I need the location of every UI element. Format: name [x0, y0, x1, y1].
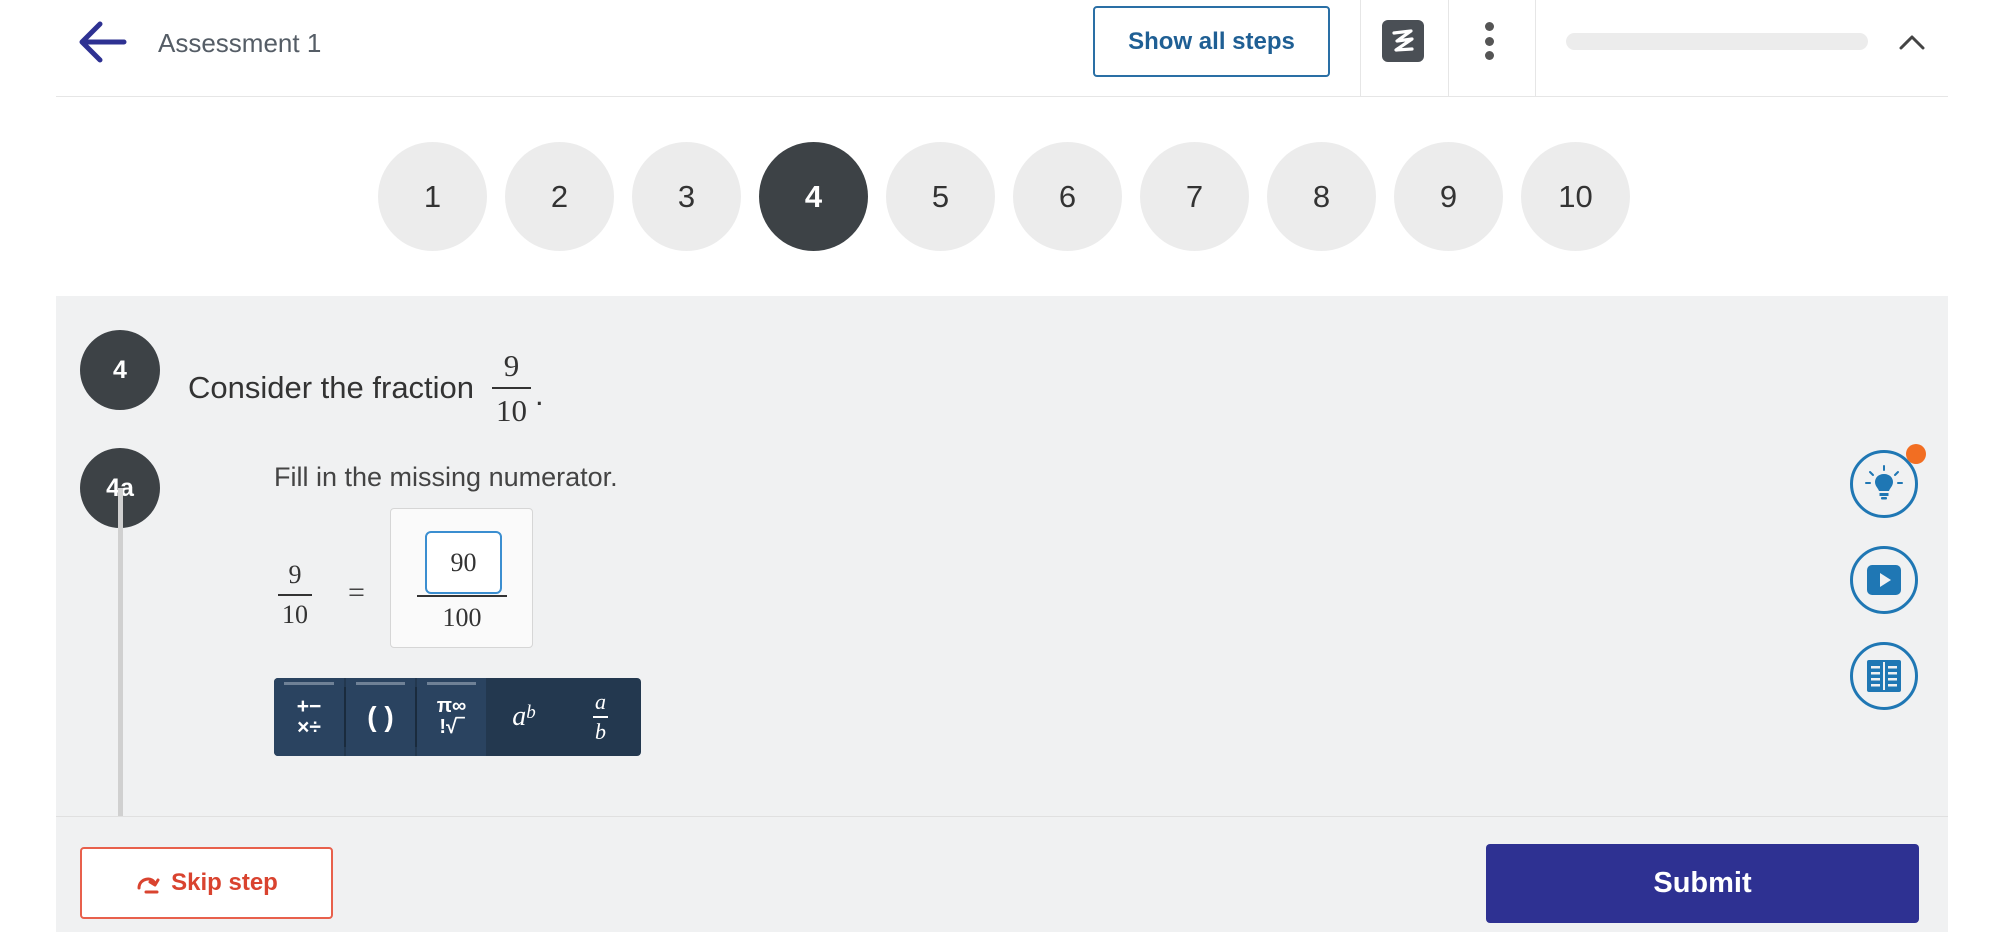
question-panel: 4 Consider the fraction 9 10 . 4a Fill i… — [56, 296, 1948, 816]
answer-fraction-box: 100 — [390, 508, 533, 648]
given-denominator: 10 — [278, 594, 312, 628]
question-nav-2[interactable]: 2 — [505, 142, 614, 251]
chevron-up-icon — [1899, 35, 1925, 50]
skip-step-label: Skip step — [171, 869, 278, 896]
given-numerator: 9 — [288, 560, 302, 589]
question-nav-7[interactable]: 7 — [1140, 142, 1249, 251]
arrow-left-icon — [79, 21, 127, 63]
question-nav-10[interactable]: 10 — [1521, 142, 1630, 251]
question-navigation: 1 2 3 4 5 6 7 8 9 10 — [378, 142, 1630, 251]
question-nav-8[interactable]: 8 — [1267, 142, 1376, 251]
divider — [1360, 0, 1361, 97]
video-button[interactable] — [1850, 546, 1918, 614]
exponent-button[interactable]: ab — [486, 678, 562, 756]
operators-tab-top: +− — [296, 695, 322, 718]
question-nav-4[interactable]: 4 — [759, 142, 868, 251]
fraction-button-bottom: b — [593, 716, 608, 743]
play-video-icon — [1867, 565, 1901, 595]
exponent-base: a — [512, 701, 527, 732]
question-fraction-denominator: 10 — [492, 387, 532, 426]
skip-step-button[interactable]: Skip step — [80, 847, 333, 919]
lightbulb-icon — [1865, 465, 1903, 500]
divider — [1535, 0, 1536, 97]
collapse-button[interactable] — [1894, 24, 1930, 60]
submit-button[interactable]: Submit — [1486, 844, 1919, 923]
question-prompt: Consider the fraction 9 10 . — [188, 350, 544, 426]
action-footer: Skip step Submit — [56, 816, 1948, 932]
progress-bar — [1566, 33, 1868, 50]
skip-arrow-icon — [137, 877, 160, 894]
parentheses-tab-label: ( ) — [367, 701, 394, 732]
parentheses-tab[interactable]: ( ) — [346, 678, 415, 756]
exponent-power: b — [526, 702, 536, 723]
hint-notification-dot — [1906, 444, 1926, 464]
question-nav-9[interactable]: 9 — [1394, 142, 1503, 251]
fraction-bar — [417, 595, 507, 597]
fraction-button-top: a — [595, 689, 606, 714]
equals-sign: = — [348, 576, 365, 609]
answer-denominator: 100 — [442, 603, 482, 632]
question-nav-3[interactable]: 3 — [632, 142, 741, 251]
question-nav-5[interactable]: 5 — [886, 142, 995, 251]
question-nav-1[interactable]: 1 — [378, 142, 487, 251]
operators-tab-bottom: ×÷ — [297, 716, 321, 739]
question-fraction-numerator: 9 — [503, 348, 520, 383]
top-bar: Assessment 1 Show all steps — [56, 0, 1948, 97]
reference-button[interactable] — [1850, 642, 1918, 710]
math-toolbar: +− ×÷ ( ) π∞ !√‾ ab a b — [274, 678, 641, 756]
assessment-title: Assessment 1 — [158, 28, 322, 58]
symbols-tab-bottom: !√‾ — [439, 716, 464, 738]
question-text: Consider the fraction — [188, 370, 475, 405]
app-logo-button[interactable] — [1382, 20, 1424, 62]
symbols-tab-top: π∞ — [436, 695, 467, 717]
question-nav-6[interactable]: 6 — [1013, 142, 1122, 251]
divider — [1448, 0, 1449, 97]
question-number-badge: 4 — [80, 330, 160, 410]
given-fraction: 9 10 — [278, 562, 312, 628]
fraction-button[interactable]: a b — [562, 678, 639, 756]
book-icon — [1867, 660, 1901, 692]
show-all-steps-button[interactable]: Show all steps — [1093, 6, 1330, 77]
numerator-answer-input[interactable] — [425, 531, 502, 594]
operators-tab[interactable]: +− ×÷ — [274, 678, 344, 756]
zearn-logo-icon — [1392, 29, 1414, 52]
step-instruction: Fill in the missing numerator. — [274, 462, 618, 492]
question-period: . — [535, 377, 544, 412]
symbols-tab[interactable]: π∞ !√‾ — [417, 678, 486, 756]
question-fraction: 9 10 — [492, 348, 532, 426]
step-connector-line — [118, 488, 123, 816]
more-options-icon[interactable] — [1474, 18, 1504, 64]
back-button[interactable] — [74, 18, 130, 66]
